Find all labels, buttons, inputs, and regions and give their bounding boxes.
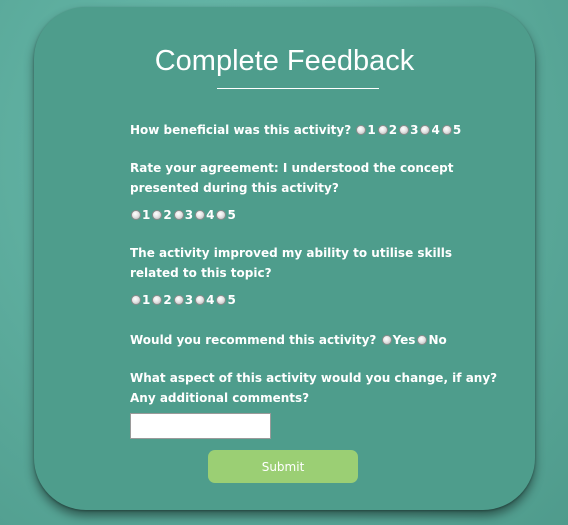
question-skills: The activity improved my ability to util… (130, 246, 452, 280)
feedback-card: Complete Feedback How beneficial was thi… (34, 7, 535, 510)
beneficial-option-2-label: 2 (388, 123, 398, 137)
skills-radio-2[interactable] (152, 295, 163, 305)
understood-radio-4[interactable] (195, 210, 206, 220)
skills-radio-3[interactable] (173, 295, 184, 305)
question-comments: What aspect of this activity would you c… (130, 371, 498, 405)
skills-option-5-label: 5 (227, 293, 236, 307)
understood-option-2-label: 2 (163, 208, 172, 222)
beneficial-radio-4[interactable] (420, 125, 431, 135)
beneficial-option-3-label: 3 (410, 123, 419, 137)
recommend-option-no-label: No (428, 333, 447, 347)
skills-radio-5[interactable] (216, 295, 227, 305)
question-beneficial-label: How beneficial was this activity? (130, 123, 352, 137)
submit-button[interactable]: Submit (208, 450, 358, 483)
understood-radio-5[interactable] (216, 210, 227, 220)
beneficial-radio-5[interactable] (441, 125, 452, 135)
question-recommend: Would you recommend this activity? Yes No (130, 330, 500, 350)
understood-radio-1[interactable] (131, 210, 141, 220)
form-title: Complete Feedback (154, 45, 415, 77)
understood-options: 12345 (130, 205, 237, 225)
skills-radio-4[interactable] (195, 295, 206, 305)
beneficial-radio-1[interactable] (356, 125, 367, 135)
title-underline (217, 88, 379, 89)
understood-radio-3[interactable] (173, 210, 184, 220)
understood-option-4-label: 4 (206, 208, 215, 222)
beneficial-option-4-label: 4 (431, 123, 440, 137)
skills-option-3-label: 3 (184, 293, 194, 307)
skills-radio-1[interactable] (131, 295, 141, 305)
question-recommend-label: Would you recommend this activity? (130, 333, 377, 347)
understood-option-5-label: 5 (227, 208, 236, 222)
beneficial-option-1-label: 1 (367, 123, 376, 137)
skills-option-1-label: 1 (142, 293, 151, 307)
beneficial-option-5-label: 5 (452, 123, 462, 137)
skills-option-4-label: 4 (206, 293, 215, 307)
question-beneficial: How beneficial was this activity? 12345 (130, 120, 500, 140)
skills-option-2-label: 2 (163, 293, 172, 307)
recommend-radio-yes[interactable] (381, 335, 392, 345)
recommend-radio-no[interactable] (417, 335, 428, 345)
understood-option-3-label: 3 (184, 208, 194, 222)
skills-options: 12345 (130, 290, 237, 310)
understood-option-1-label: 1 (142, 208, 151, 222)
beneficial-radio-3[interactable] (399, 125, 410, 135)
comments-input[interactable] (130, 413, 271, 439)
beneficial-radio-2[interactable] (377, 125, 388, 135)
recommend-option-yes-label: Yes (392, 333, 416, 347)
question-understood: Rate your agreement: I understood the co… (130, 161, 454, 195)
understood-radio-2[interactable] (152, 210, 163, 220)
